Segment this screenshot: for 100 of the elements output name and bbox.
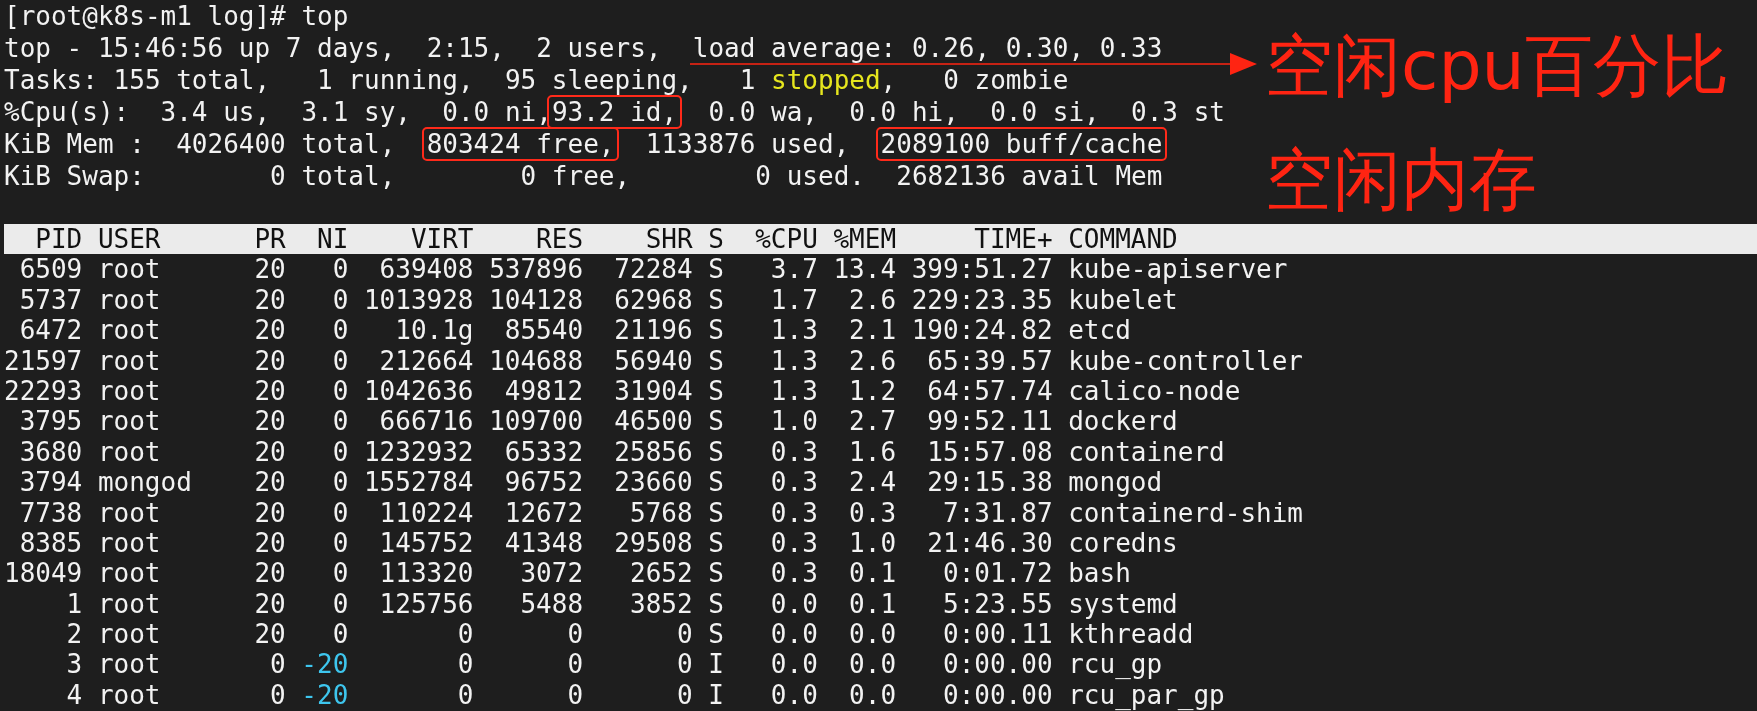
table-cell-text: 0 <box>331 467 349 498</box>
table-cell: 104688 <box>489 345 584 376</box>
table-cell-text: kthreadd <box>1068 619 1195 650</box>
table-cell: 22293 <box>4 375 83 407</box>
table-cell-text: rcu_gp <box>1068 649 1164 680</box>
table-cell: 13.4 <box>833 254 897 285</box>
table-cell-text: 6472 <box>18 315 83 346</box>
column-header: COMMAND <box>1068 224 1179 255</box>
table-cell-text: 0.1 <box>848 588 897 620</box>
summary-text: Tasks: 155 total, 1 running, 95 sleeping, 1 <box>4 65 757 95</box>
table-cell-text: 7738 <box>18 497 83 528</box>
table-cell-text: 0.0 <box>848 649 897 680</box>
table-cell-text: 0.3 <box>769 558 818 589</box>
table-cell-text: 29508 <box>613 527 693 559</box>
table-cell-text: 20 <box>253 436 286 468</box>
table-cell: -20 <box>301 649 349 680</box>
table-cell: S <box>708 619 724 650</box>
table-cell-text: 0 <box>675 679 693 711</box>
table-cell: S <box>708 254 724 285</box>
table-cell-text: 0:01.72 <box>942 558 1053 589</box>
table-cell-text: 23660 <box>613 467 693 498</box>
table-cell: I <box>708 679 724 711</box>
table-cell: S <box>708 467 724 498</box>
table-cell-text: 2.7 <box>848 406 897 437</box>
column-header: TIME+ <box>973 224 1053 255</box>
summary-text: KiB Swap: 0 total, 0 free, 0 used. 2682136 avail Mem <box>4 161 1163 191</box>
table-cell: 537896 <box>489 254 584 285</box>
table-cell-text: 0 <box>331 315 349 346</box>
table-cell-text: 2652 <box>629 558 693 589</box>
table-cell-text: coredns <box>1068 527 1179 559</box>
table-cell-text: 4 <box>65 679 83 711</box>
table-cell-text: root <box>97 527 162 559</box>
table-cell-text: 62968 <box>613 284 693 316</box>
table-cell: S <box>708 284 724 316</box>
table-cell: S <box>708 375 724 407</box>
table-cell-text: 0:00.00 <box>942 649 1053 680</box>
table-cell-text: 0.0 <box>848 619 897 650</box>
table-cell-text: 0 <box>331 558 349 589</box>
table-cell-text: 0 <box>331 619 349 650</box>
table-cell-text: 0.3 <box>769 436 818 468</box>
column-header: USER <box>97 224 162 255</box>
table-cell-text: rcu_par_gp <box>1068 679 1226 711</box>
table-cell-text: containerd <box>1068 436 1226 468</box>
table-cell-text: 0.0 <box>769 619 818 650</box>
table-cell-text: 3 <box>65 649 83 680</box>
table-cell-text: 5488 <box>519 588 584 620</box>
table-cell-text: kube-controller <box>1068 345 1304 376</box>
table-cell-text: 20 <box>253 467 286 498</box>
table-cell-text: 72284 <box>613 254 693 285</box>
table-cell-text: 5768 <box>629 497 693 528</box>
table-cell-text: mongod <box>97 467 193 498</box>
table-cell-text: 0 <box>456 649 474 680</box>
table-cell-text: 1.3 <box>769 315 818 346</box>
table-cell-text: 0 <box>331 527 349 559</box>
table-cell-text: 20 <box>253 284 286 316</box>
table-cell-text: root <box>97 345 162 376</box>
column-header: S <box>708 224 724 255</box>
column-header: SHR <box>644 224 693 255</box>
table-cell-text: 0 <box>269 649 286 680</box>
table-cell: S <box>708 315 724 346</box>
table-cell-text: root <box>97 436 162 468</box>
table-cell-text: 5737 <box>18 284 83 316</box>
table-cell-text: 0:00.11 <box>942 619 1053 650</box>
table-cell-text: 20 <box>253 406 286 437</box>
table-cell-text: root <box>97 588 162 620</box>
table-cell-text: root <box>97 497 162 528</box>
table-cell-text: containerd-shim <box>1068 497 1304 528</box>
table-cell-text: 5:23.55 <box>942 588 1053 620</box>
table-cell: -20 <box>301 679 349 711</box>
table-cell-text: 639408 <box>378 254 474 285</box>
table-cell-text: 3680 <box>18 436 83 468</box>
table-cell: 21597 <box>4 345 83 376</box>
table-cell-text: 666716 <box>378 406 474 437</box>
table-cell-text: 64:57.74 <box>926 375 1053 407</box>
table-cell-text: 3795 <box>18 406 83 437</box>
table-cell-text: root <box>97 254 162 285</box>
table-cell-text: 0.0 <box>848 679 897 711</box>
table-cell-text: 1 <box>65 588 83 620</box>
table-cell-text: root <box>97 375 162 407</box>
table-cell-text: 21196 <box>613 315 693 346</box>
table-cell: S <box>708 406 724 437</box>
table-cell-text: 0 <box>675 619 693 650</box>
table-cell-text: 113320 <box>378 558 474 589</box>
table-cell: 1232932 <box>363 436 474 468</box>
column-header: %MEM <box>833 224 897 255</box>
table-cell: S <box>708 436 724 468</box>
table-cell: 1042636 <box>363 375 474 407</box>
table-cell: 229:23.35 <box>911 284 1053 316</box>
table-cell: S <box>708 345 724 376</box>
table-cell-text: 3852 <box>629 588 693 620</box>
table-cell-text: 0.3 <box>769 497 818 528</box>
table-cell: 18049 <box>4 558 83 589</box>
table-cell-text: 0.3 <box>769 467 818 498</box>
table-cell-text: 1.7 <box>769 284 818 316</box>
table-cell-text: 0.1 <box>848 558 897 589</box>
table-cell-text: kubelet <box>1068 284 1179 316</box>
table-cell-text: 1.3 <box>769 345 818 376</box>
table-cell-text: 110224 <box>378 497 474 528</box>
table-cell: I <box>708 649 724 680</box>
table-cell-text: 7:31.87 <box>942 497 1053 528</box>
